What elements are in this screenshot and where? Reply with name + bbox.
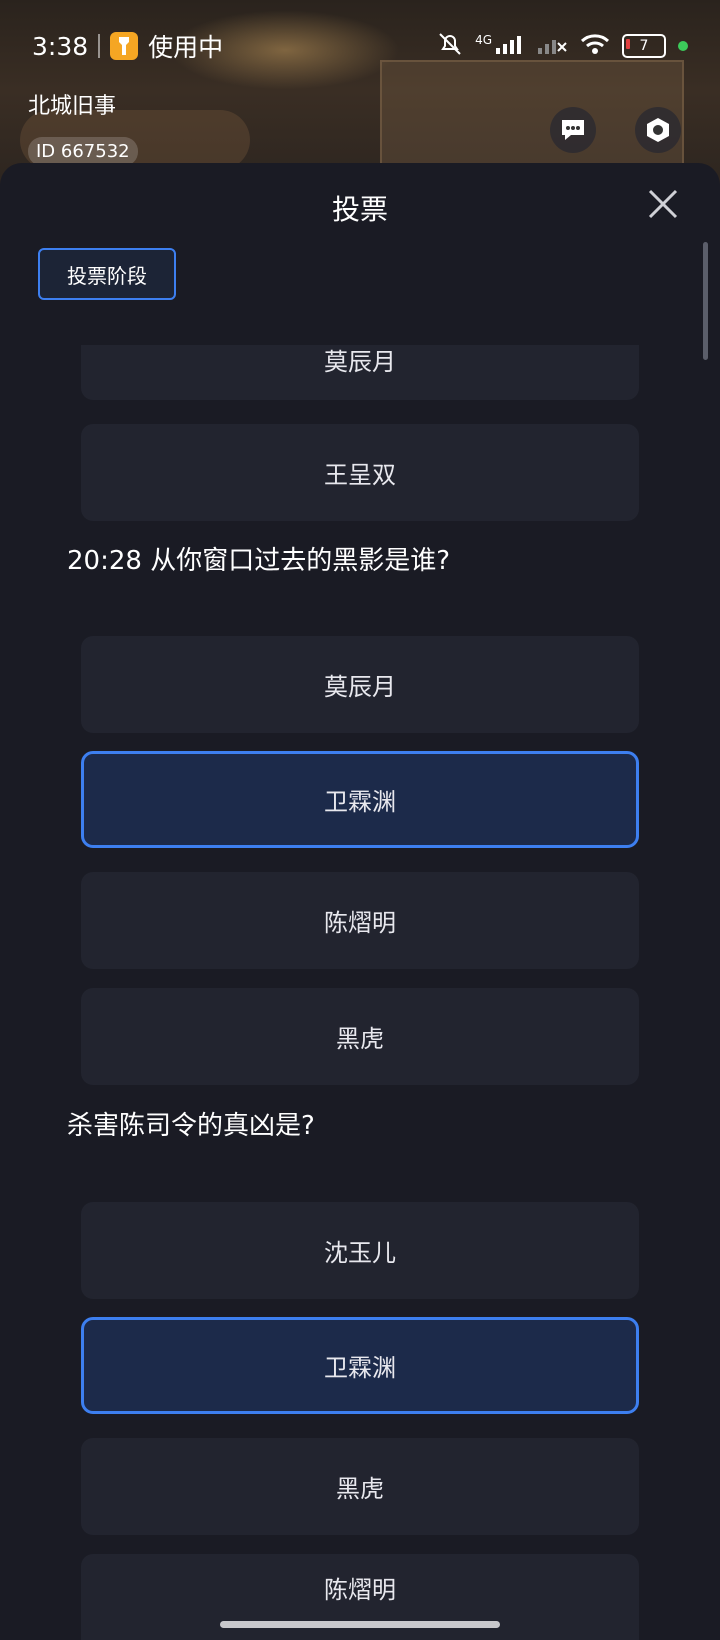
option-label: 黑虎 — [336, 1025, 384, 1053]
question-title: 20:28 从你窗口过去的黑影是谁? — [67, 546, 450, 576]
home-indicator[interactable] — [220, 1621, 500, 1628]
vote-list: 莫辰月 王呈双 20:28 从你窗口过去的黑影是谁? 莫辰月 卫霖渊 陈熠明 黑… — [0, 345, 720, 1640]
option-label: 陈熠明 — [324, 1576, 396, 1604]
signal-icon — [496, 33, 526, 59]
signal-2-icon — [538, 33, 568, 59]
option-label: 卫霖渊 — [324, 1354, 396, 1382]
close-button[interactable] — [646, 187, 680, 221]
vote-option[interactable]: 王呈双 — [81, 424, 639, 521]
option-label: 黑虎 — [336, 1475, 384, 1503]
chat-icon — [562, 120, 584, 140]
vote-option[interactable]: 陈熠明 — [81, 872, 639, 969]
vote-sheet: 投票 投票阶段 莫辰月 王呈双 20:28 从你窗口过去的黑影是谁? 莫辰月 卫… — [0, 163, 720, 1640]
scrollbar[interactable] — [703, 242, 708, 360]
question-title: 杀害陈司令的真凶是? — [67, 1111, 315, 1141]
chat-button[interactable] — [550, 107, 596, 153]
vote-option[interactable]: 黑虎 — [81, 988, 639, 1085]
wifi-icon — [580, 33, 610, 59]
sheet-title: 投票 — [331, 193, 388, 226]
network-type: 4G — [475, 33, 492, 47]
privacy-indicator — [678, 41, 688, 51]
vote-option[interactable]: 黑虎 — [81, 1438, 639, 1535]
room-title: 北城旧事 — [28, 94, 117, 119]
divider — [98, 34, 101, 58]
app-in-use-label: 使用中 — [148, 33, 224, 62]
option-label: 莫辰月 — [324, 673, 396, 701]
settings-icon — [647, 118, 669, 142]
battery-level: 7 — [639, 38, 649, 54]
option-label: 沈玉儿 — [324, 1239, 396, 1267]
option-label: 卫霖渊 — [324, 788, 396, 816]
option-label: 莫辰月 — [324, 347, 396, 376]
phase-tag: 投票阶段 — [38, 248, 176, 300]
flashlight-icon — [110, 32, 139, 60]
vote-option-selected[interactable]: 卫霖渊 — [81, 751, 639, 848]
vote-option[interactable]: 莫辰月 — [81, 636, 639, 733]
option-label: 王呈双 — [324, 461, 396, 489]
close-icon — [648, 189, 678, 219]
vote-option[interactable]: 莫辰月 — [81, 345, 639, 400]
vote-option-selected[interactable]: 卫霖渊 — [81, 1317, 639, 1414]
status-bar: 3:38 使用中 4G 7 — [0, 0, 720, 92]
vote-option[interactable]: 沈玉儿 — [81, 1202, 639, 1299]
settings-button[interactable] — [635, 107, 681, 153]
battery-icon: 7 — [622, 34, 666, 58]
time: 3:38 — [32, 31, 89, 61]
room-id: ID 667532 — [28, 137, 138, 166]
mute-bell-icon — [437, 31, 463, 61]
option-label: 陈熠明 — [324, 909, 396, 937]
